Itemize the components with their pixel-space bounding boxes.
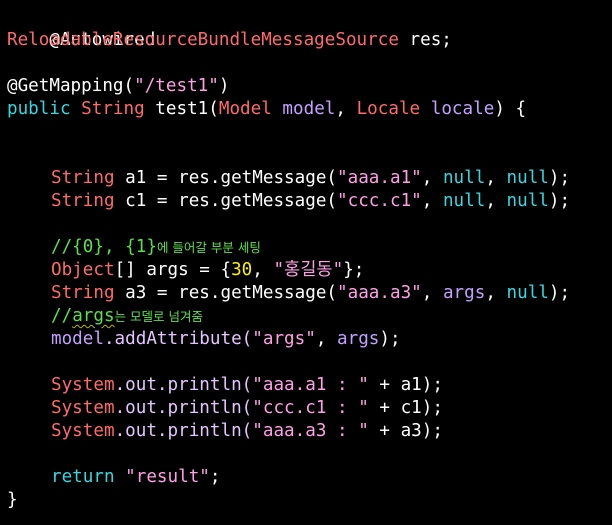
string-ccc-c1-label: "ccc.c1 : " bbox=[252, 398, 369, 418]
keyword-null: null bbox=[506, 168, 549, 188]
keyword-null: null bbox=[506, 191, 549, 211]
string-aaa-a1: "aaa.a1" bbox=[337, 168, 422, 188]
string-ccc-c1: "ccc.c1" bbox=[337, 191, 422, 211]
code-line-9: String c1 = res.getMessage("ccc.c1", nul… bbox=[0, 190, 612, 213]
string-result: "result" bbox=[125, 467, 210, 487]
method-println: .out.println( bbox=[114, 398, 253, 418]
method-add-attribute: .addAttribute( bbox=[103, 329, 253, 349]
keyword-null: null bbox=[442, 168, 486, 188]
variable-args: args bbox=[442, 283, 486, 303]
arg-separator: , bbox=[421, 168, 443, 188]
method-test1: test1( bbox=[144, 99, 219, 119]
comment-korean-model: 는 모델로 넘겨줌 bbox=[114, 309, 204, 324]
statement-end: ); bbox=[548, 168, 571, 188]
class-system: System bbox=[51, 421, 115, 441]
param-name-locale: locale bbox=[420, 99, 495, 119]
number-30: 30 bbox=[231, 260, 253, 280]
type-string: String bbox=[51, 191, 115, 211]
method-println: .out.println( bbox=[114, 421, 253, 441]
type-string: String bbox=[81, 99, 145, 119]
code-line-1: @Autowired bbox=[0, 6, 612, 50]
code-line-18: System.out.println("ccc.c1 : " + c1); bbox=[0, 397, 612, 420]
string-args: "args" bbox=[252, 329, 316, 349]
arg-separator: , bbox=[421, 283, 443, 303]
code-line-17: System.out.println("aaa.a1 : " + a1); bbox=[0, 374, 612, 397]
comment-placeholder: //{0}, {1} bbox=[51, 237, 157, 257]
concat-a1: + a1); bbox=[368, 375, 443, 395]
statement-end: ); bbox=[548, 191, 571, 211]
assign-args: [] args = { bbox=[114, 260, 232, 280]
string-name: "홍길동" bbox=[273, 260, 344, 280]
code-line-21: return "result"; bbox=[0, 466, 612, 489]
statement-end: ); bbox=[548, 283, 571, 303]
arg-separator: , bbox=[485, 191, 507, 211]
code-line-12: Object[] args = {30, "홍길동"}; bbox=[0, 259, 612, 282]
param-name-model: model bbox=[271, 99, 336, 119]
paren-close: ) bbox=[218, 76, 230, 96]
method-open-brace: ) { bbox=[494, 99, 527, 119]
code-line-11: //{0}, {1}에 들어갈 부분 세팅 bbox=[0, 236, 612, 259]
arg-separator: , bbox=[252, 260, 274, 280]
mapping-path-string: "/test1" bbox=[134, 76, 219, 96]
keyword-null: null bbox=[442, 191, 486, 211]
assign-a1: a1 = res.getMessage( bbox=[114, 168, 338, 188]
code-line-19: System.out.println("aaa.a3 : " + a3); bbox=[0, 420, 612, 443]
param-type-locale: Locale bbox=[356, 99, 421, 119]
variable-args: args bbox=[337, 329, 380, 349]
keyword-null: null bbox=[506, 283, 549, 303]
code-line-15: model.addAttribute("args", args); bbox=[0, 328, 612, 351]
string-aaa-a3: "aaa.a3" bbox=[337, 283, 422, 303]
arg-separator: , bbox=[315, 329, 338, 349]
string-aaa-a1-label: "aaa.a1 : " bbox=[252, 375, 369, 395]
method-close-brace: } bbox=[7, 490, 18, 510]
keyword-return: return bbox=[51, 467, 115, 487]
type-string: String bbox=[51, 283, 115, 303]
statement-end: }; bbox=[343, 260, 365, 280]
code-line-14: //args는 모델로 넘겨줌 bbox=[0, 305, 612, 328]
code-line-22: } bbox=[0, 489, 612, 512]
annotation-getmapping: @GetMapping( bbox=[7, 76, 135, 96]
concat-a3: + a3); bbox=[368, 421, 443, 441]
type-string: String bbox=[51, 168, 115, 188]
statement-end: ); bbox=[379, 329, 401, 349]
code-line-5: public String test1(Model model, Locale … bbox=[0, 98, 612, 121]
field-res: res; bbox=[398, 30, 452, 50]
keyword-public: public bbox=[7, 99, 71, 119]
class-system: System bbox=[51, 375, 115, 395]
code-line-4: @GetMapping("/test1") bbox=[0, 75, 612, 98]
variable-model: model bbox=[51, 329, 104, 349]
type-object: Object bbox=[51, 260, 115, 280]
type-reloadable-resource-bundle-message-source: ReloadableResourceBundleMessageSource bbox=[7, 30, 399, 50]
statement-end: ; bbox=[209, 467, 221, 487]
param-separator: , bbox=[335, 99, 357, 119]
code-editor[interactable]: @Autowired ReloadableResourceBundleMessa… bbox=[0, 0, 612, 525]
string-aaa-a3-label: "aaa.a3 : " bbox=[252, 421, 369, 441]
class-system: System bbox=[51, 398, 115, 418]
concat-c1: + c1); bbox=[368, 398, 443, 418]
code-line-13: String a3 = res.getMessage("aaa.a3", arg… bbox=[0, 282, 612, 305]
code-line-8: String a1 = res.getMessage("aaa.a1", nul… bbox=[0, 167, 612, 190]
comment-slashes: // bbox=[51, 306, 73, 326]
arg-separator: , bbox=[421, 191, 443, 211]
comment-korean-setting: 에 들어갈 부분 세팅 bbox=[156, 240, 261, 255]
assign-a3: a3 = res.getMessage( bbox=[114, 283, 338, 303]
assign-c1: c1 = res.getMessage( bbox=[114, 191, 338, 211]
method-println: .out.println( bbox=[114, 375, 253, 395]
comment-args-spellcheck[interactable]: args bbox=[72, 306, 114, 326]
arg-separator: , bbox=[485, 168, 507, 188]
code-line-2: ReloadableResourceBundleMessageSource re… bbox=[0, 29, 612, 52]
arg-separator: , bbox=[485, 283, 507, 303]
param-type-model: Model bbox=[218, 99, 272, 119]
